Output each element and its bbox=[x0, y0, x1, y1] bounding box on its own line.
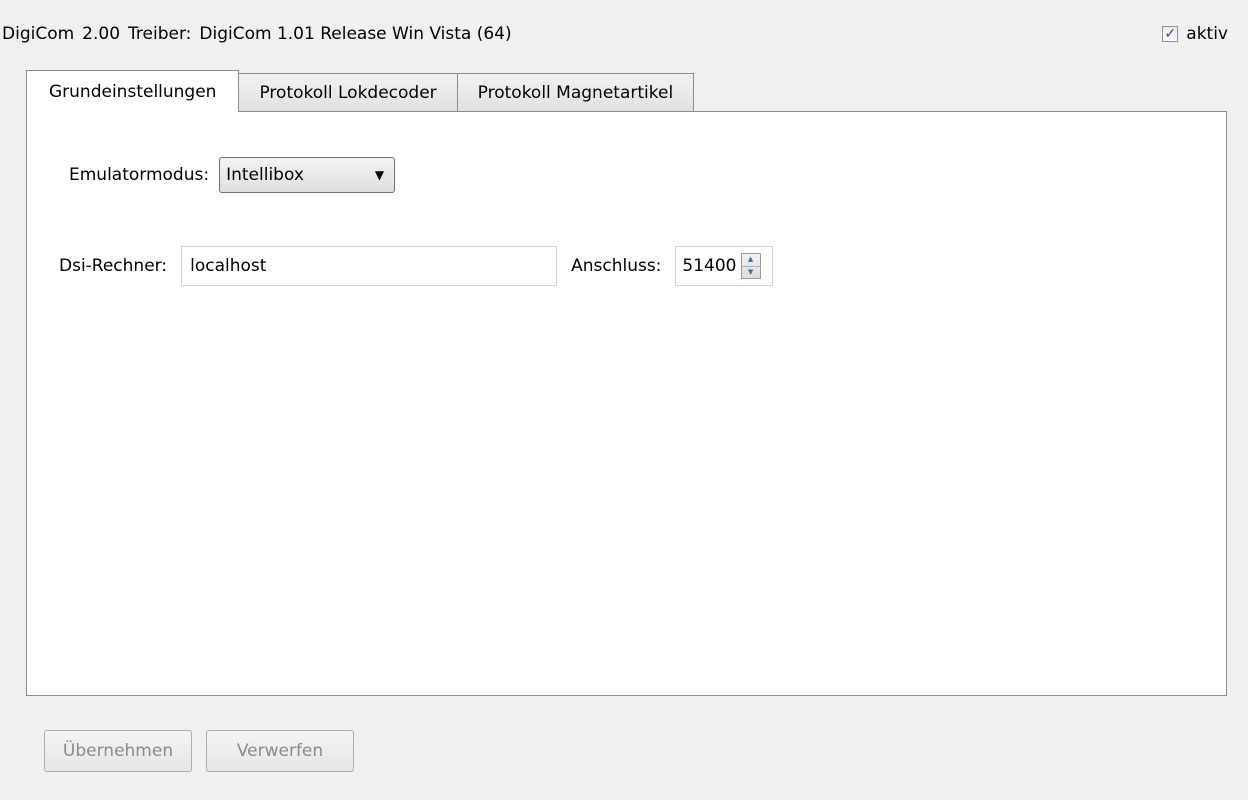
active-toggle[interactable]: ✓ aktiv bbox=[1162, 24, 1228, 44]
spin-up-icon[interactable]: ▲ bbox=[742, 254, 760, 266]
emulator-value: Intellibox bbox=[226, 165, 304, 185]
emulator-row: Emulatormodus: Intellibox ▼ bbox=[69, 157, 396, 193]
header-info: DigiCom 2.00 Treiber: DigiCom 1.01 Release … bbox=[2, 24, 520, 44]
dsi-row: Dsi-Rechner: localhost Anschluss: 51400 … bbox=[59, 246, 774, 286]
driver-value: DigiCom 1.01 Release Win Vista (64) bbox=[199, 24, 512, 44]
port-label: Anschluss: bbox=[571, 256, 662, 276]
port-spinner[interactable]: 51400 ▲ ▼ bbox=[675, 246, 774, 286]
settings-panel: Emulatormodus: Intellibox ▼ Dsi-Rechner:… bbox=[26, 111, 1227, 696]
app-name: DigiCom bbox=[2, 24, 75, 44]
tab-bar: Grundeinstellungen Protokoll Lokdecoder … bbox=[26, 70, 695, 112]
chevron-down-icon: ▼ bbox=[374, 168, 385, 182]
app-version: 2.00 bbox=[82, 24, 121, 44]
emulator-select[interactable]: Intellibox ▼ bbox=[219, 157, 396, 193]
checkmark-icon: ✓ bbox=[1164, 26, 1177, 42]
discard-button[interactable]: Verwerfen bbox=[206, 730, 354, 772]
spin-buttons: ▲ ▼ bbox=[740, 253, 761, 279]
tab-protokoll-lokdecoder[interactable]: Protokoll Lokdecoder bbox=[238, 73, 458, 111]
apply-button[interactable]: Übernehmen bbox=[44, 730, 192, 772]
tab-grundeinstellungen[interactable]: Grundeinstellungen bbox=[26, 70, 240, 112]
active-label: aktiv bbox=[1186, 24, 1228, 44]
active-checkbox[interactable]: ✓ bbox=[1162, 26, 1179, 42]
spin-down-icon[interactable]: ▼ bbox=[741, 265, 760, 279]
tab-protokoll-magnetartikel[interactable]: Protokoll Magnetartikel bbox=[456, 73, 695, 111]
port-value: 51400 bbox=[682, 256, 737, 276]
dsi-host-input[interactable]: localhost bbox=[181, 246, 558, 286]
emulator-label: Emulatormodus: bbox=[69, 165, 210, 185]
driver-label: Treiber: bbox=[128, 24, 192, 44]
dsi-label: Dsi-Rechner: bbox=[59, 256, 168, 276]
dsi-host-value: localhost bbox=[190, 256, 267, 276]
